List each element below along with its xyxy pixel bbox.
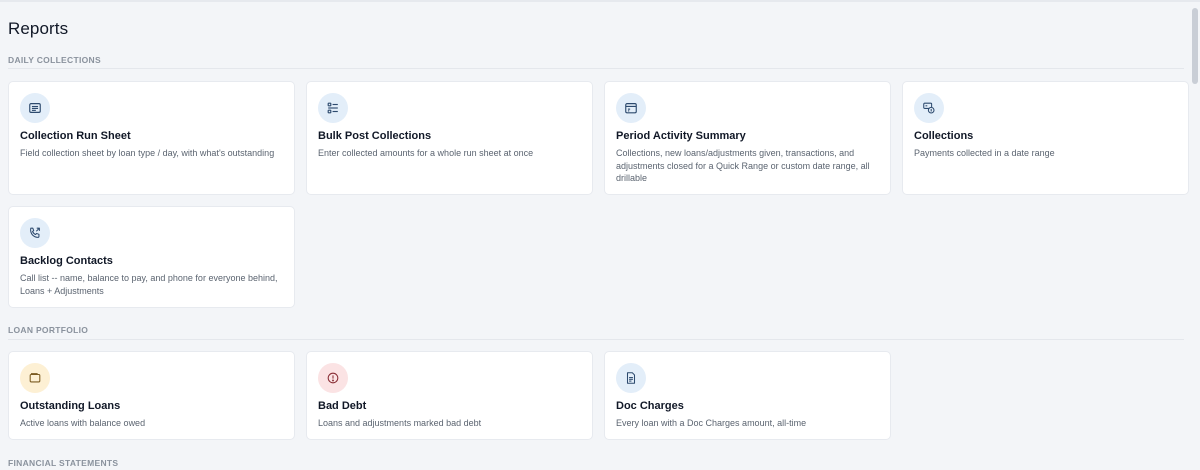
collections-icon [914,93,944,123]
sheet-icon [20,93,50,123]
card-title: Backlog Contacts [20,255,113,267]
page-title: Reports [8,19,69,38]
card-title: Outstanding Loans [20,400,121,412]
wallet-icon [20,363,50,393]
card-description: Field collection sheet by loan type / da… [20,148,275,158]
card-description: Payments collected in a date range [914,148,1055,158]
section-label-daily-collections: DAILY COLLECTIONS [8,55,101,65]
card-title: Bad Debt [318,400,367,412]
card-description: Collections, new loans/adjustments given… [616,148,870,183]
report-card-outstanding-loans[interactable]: Outstanding Loans Active loans with bala… [8,351,295,440]
card-description: Active loans with balance owed [20,418,146,428]
scrollbar-thumb[interactable] [1192,8,1198,84]
document-icon [616,363,646,393]
card-description: Enter collected amounts for a whole run … [318,148,534,158]
card-description: Call list -- name, balance to pay, and p… [20,273,278,296]
card-title: Bulk Post Collections [318,130,432,142]
report-card-collection-run-sheet[interactable]: Collection Run Sheet Field collection sh… [8,81,295,195]
checklist-icon [318,93,348,123]
alert-circle-icon [318,363,348,393]
report-card-bad-debt[interactable]: Bad Debt Loans and adjustments marked ba… [306,351,593,440]
section-divider [8,339,1184,340]
reports-page: Reports DAILY COLLECTIONS Collection Run… [8,0,1189,470]
section-label-loan-portfolio: LOAN PORTFOLIO [8,325,89,335]
calendar-icon [616,93,646,123]
report-card-backlog-contacts[interactable]: Backlog Contacts Call list -- name, bala… [8,206,295,308]
report-card-bulk-post-collections[interactable]: Bulk Post Collections Enter collected am… [306,81,593,195]
report-card-period-activity-summary[interactable]: Period Activity Summary Collections, new… [604,81,891,195]
scrollbar[interactable] [1190,2,1200,470]
card-title: Collection Run Sheet [20,130,131,142]
card-title: Period Activity Summary [616,130,746,142]
card-title: Doc Charges [616,400,684,412]
phone-icon [20,218,50,248]
report-card-collections[interactable]: Collections Payments collected in a date… [902,81,1189,195]
card-title: Collections [914,130,974,142]
report-card-doc-charges[interactable]: Doc Charges Every loan with a Doc Charge… [604,351,891,440]
section-divider [8,68,1184,69]
card-description: Every loan with a Doc Charges amount, al… [616,418,807,428]
section-label-financial-statements: FINANCIAL STATEMENTS [8,458,119,468]
card-description: Loans and adjustments marked bad debt [318,418,482,428]
